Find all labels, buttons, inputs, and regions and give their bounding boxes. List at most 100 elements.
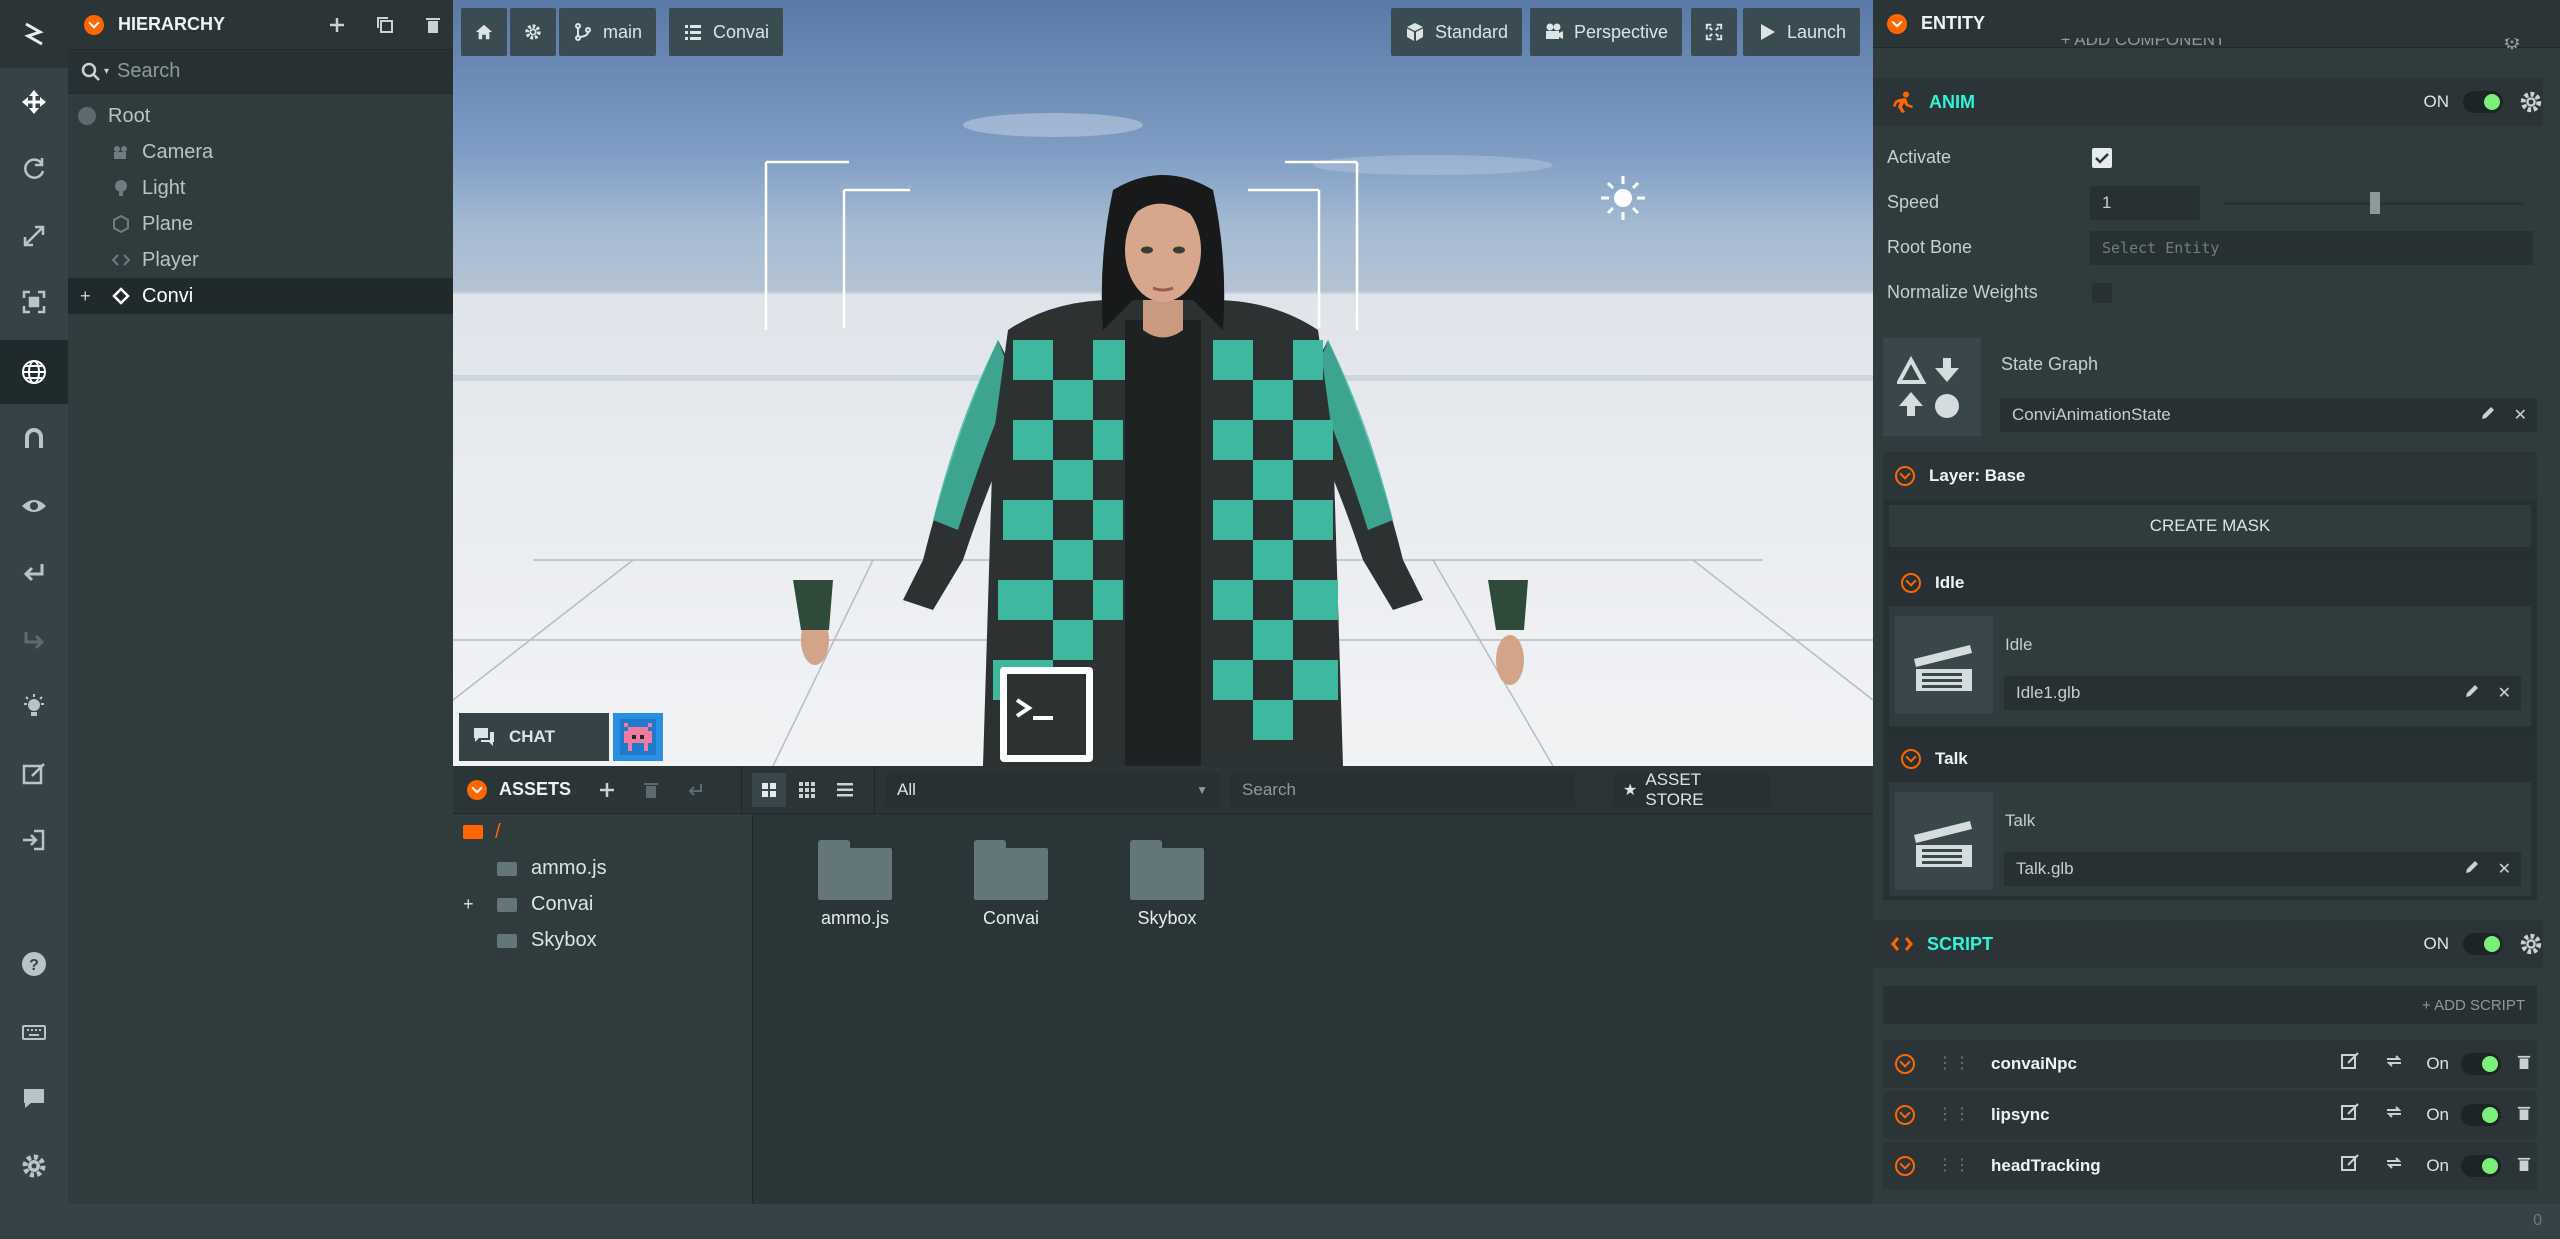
tree-item-player[interactable]: Player	[68, 242, 453, 278]
asset-tree-item[interactable]: ammo.js	[453, 850, 752, 886]
expand-icon[interactable]: +	[463, 894, 474, 915]
collapse-icon[interactable]	[1887, 13, 1907, 34]
resize-icon[interactable]	[0, 272, 68, 332]
drag-handle-icon[interactable]: ⋮⋮	[1937, 1056, 1971, 1072]
edit-icon[interactable]	[2464, 683, 2480, 704]
grid-small-view-button[interactable]	[790, 770, 824, 810]
asset-store-button[interactable]: ★ ASSET STORE	[1613, 770, 1772, 809]
asset-tree-root[interactable]: /	[453, 814, 752, 850]
tree-item-light[interactable]: Light	[68, 170, 453, 206]
script-toggle[interactable]	[2461, 1104, 2501, 1126]
asset-tree-item[interactable]: + Convai	[453, 886, 752, 922]
edit-script-icon[interactable]	[2340, 1102, 2360, 1128]
script-enabled-toggle[interactable]	[2463, 933, 2503, 955]
add-asset-button[interactable]	[587, 770, 627, 810]
collapse-icon[interactable]	[1895, 1105, 1915, 1125]
expand-icon[interactable]: +	[80, 286, 91, 307]
normalize-weights-checkbox[interactable]	[2092, 283, 2112, 303]
asset-folder-convai[interactable]: Convai	[941, 836, 1081, 956]
add-script-button[interactable]: + ADD SCRIPT	[1883, 986, 2537, 1024]
add-component-button[interactable]: + ADD COMPONENT	[1883, 38, 2403, 62]
asset-filter-select[interactable]: All ▼	[885, 772, 1221, 807]
light-gizmo-icon[interactable]	[1601, 176, 1645, 220]
script-row[interactable]: ⋮⋮ headTracking On	[1883, 1142, 2537, 1190]
rotate-icon[interactable]	[0, 138, 68, 198]
project-button[interactable]: Convai	[669, 8, 784, 56]
publish-icon[interactable]	[0, 810, 68, 870]
edit-script-icon[interactable]	[2340, 1153, 2360, 1179]
collapse-icon[interactable]	[1895, 1156, 1915, 1176]
component-settings-icon[interactable]: ⚙	[2503, 38, 2533, 62]
edit-script-icon[interactable]	[2340, 1051, 2360, 1077]
fullscreen-button[interactable]	[1691, 8, 1737, 56]
move-icon[interactable]	[0, 72, 68, 132]
close-icon[interactable]: ✕	[2498, 683, 2511, 703]
lightbulb-icon[interactable]	[0, 676, 68, 736]
asset-search-input[interactable]: Search	[1230, 772, 1576, 807]
console-icon[interactable]	[1000, 667, 1093, 762]
launch-button[interactable]: Launch	[1743, 8, 1861, 56]
drag-handle-icon[interactable]: ⋮⋮	[1937, 1158, 1971, 1174]
magnet-icon[interactable]	[0, 408, 68, 468]
script-toggle[interactable]	[2461, 1155, 2501, 1177]
hierarchy-search-input[interactable]: Search	[117, 60, 180, 83]
asset-folder-ammo[interactable]: ammo.js	[785, 836, 925, 956]
reload-script-icon[interactable]	[2384, 1103, 2404, 1127]
tree-item-convi[interactable]: + Convi	[68, 278, 453, 314]
duplicate-entity-button[interactable]	[365, 5, 405, 45]
redo-icon[interactable]	[0, 610, 68, 670]
add-entity-button[interactable]	[317, 5, 357, 45]
talk-clip-field[interactable]: Talk.glb ✕	[2004, 852, 2521, 886]
reload-script-icon[interactable]	[2384, 1052, 2404, 1076]
create-mask-button[interactable]: CREATE MASK	[1889, 505, 2531, 547]
script-toggle[interactable]	[2461, 1053, 2501, 1075]
render-mode-button[interactable]: Standard	[1391, 8, 1523, 56]
idle-clip-field[interactable]: Idle1.glb ✕	[2004, 676, 2521, 710]
delete-script-icon[interactable]	[2517, 1155, 2531, 1178]
collapse-icon[interactable]	[1895, 466, 1915, 486]
branch-button[interactable]: main	[559, 8, 657, 56]
edit-icon[interactable]	[0, 744, 68, 804]
collapse-icon[interactable]	[1901, 749, 1921, 769]
tree-item-plane[interactable]: Plane	[68, 206, 453, 242]
asset-tree-item[interactable]: Skybox	[453, 922, 752, 958]
speed-slider-handle[interactable]	[2370, 192, 2380, 214]
collapse-icon[interactable]	[1901, 573, 1921, 593]
script-row[interactable]: ⋮⋮ convaiNpc On	[1883, 1040, 2537, 1088]
tree-item-camera[interactable]: Camera	[68, 134, 453, 170]
character-model[interactable]	[793, 175, 1528, 766]
reload-script-icon[interactable]	[2384, 1154, 2404, 1178]
undo-icon[interactable]	[0, 542, 68, 602]
drag-handle-icon[interactable]: ⋮⋮	[1937, 1107, 1971, 1123]
grid-large-view-button[interactable]	[752, 772, 787, 807]
collapse-icon[interactable]	[1895, 1054, 1915, 1074]
list-view-button[interactable]	[828, 770, 862, 810]
close-icon[interactable]: ✕	[2498, 859, 2511, 879]
move-asset-button[interactable]	[675, 770, 715, 810]
delete-asset-button[interactable]	[631, 770, 671, 810]
eye-icon[interactable]	[0, 476, 68, 536]
delete-entity-button[interactable]	[413, 5, 453, 45]
anim-enabled-toggle[interactable]	[2463, 91, 2503, 113]
chat-button[interactable]: CHAT	[459, 713, 609, 761]
world-icon[interactable]	[0, 340, 68, 404]
scale-icon[interactable]	[0, 206, 68, 266]
delete-script-icon[interactable]	[2517, 1053, 2531, 1076]
home-button[interactable]	[461, 8, 507, 56]
viewport[interactable]: main Convai Standard Perspective Launch …	[453, 0, 1873, 766]
collapse-icon[interactable]	[84, 14, 104, 35]
speed-input[interactable]: 1	[2090, 186, 2200, 220]
project-settings-button[interactable]	[510, 8, 556, 56]
chat-icon[interactable]	[0, 1068, 68, 1128]
help-icon[interactable]: ?	[0, 934, 68, 994]
edit-icon[interactable]	[2464, 859, 2480, 880]
root-bone-input[interactable]: Select Entity	[2090, 231, 2533, 265]
delete-script-icon[interactable]	[2517, 1104, 2531, 1127]
script-row[interactable]: ⋮⋮ lipsync On	[1883, 1091, 2537, 1139]
edit-icon[interactable]	[2480, 405, 2496, 426]
hierarchy-search[interactable]: ▾ Search	[68, 50, 453, 94]
state-graph-field[interactable]: ConviAnimationState ✕	[2000, 398, 2537, 432]
keyboard-icon[interactable]	[0, 1002, 68, 1062]
logo-icon[interactable]	[0, 0, 68, 68]
collapse-icon[interactable]	[467, 779, 487, 800]
